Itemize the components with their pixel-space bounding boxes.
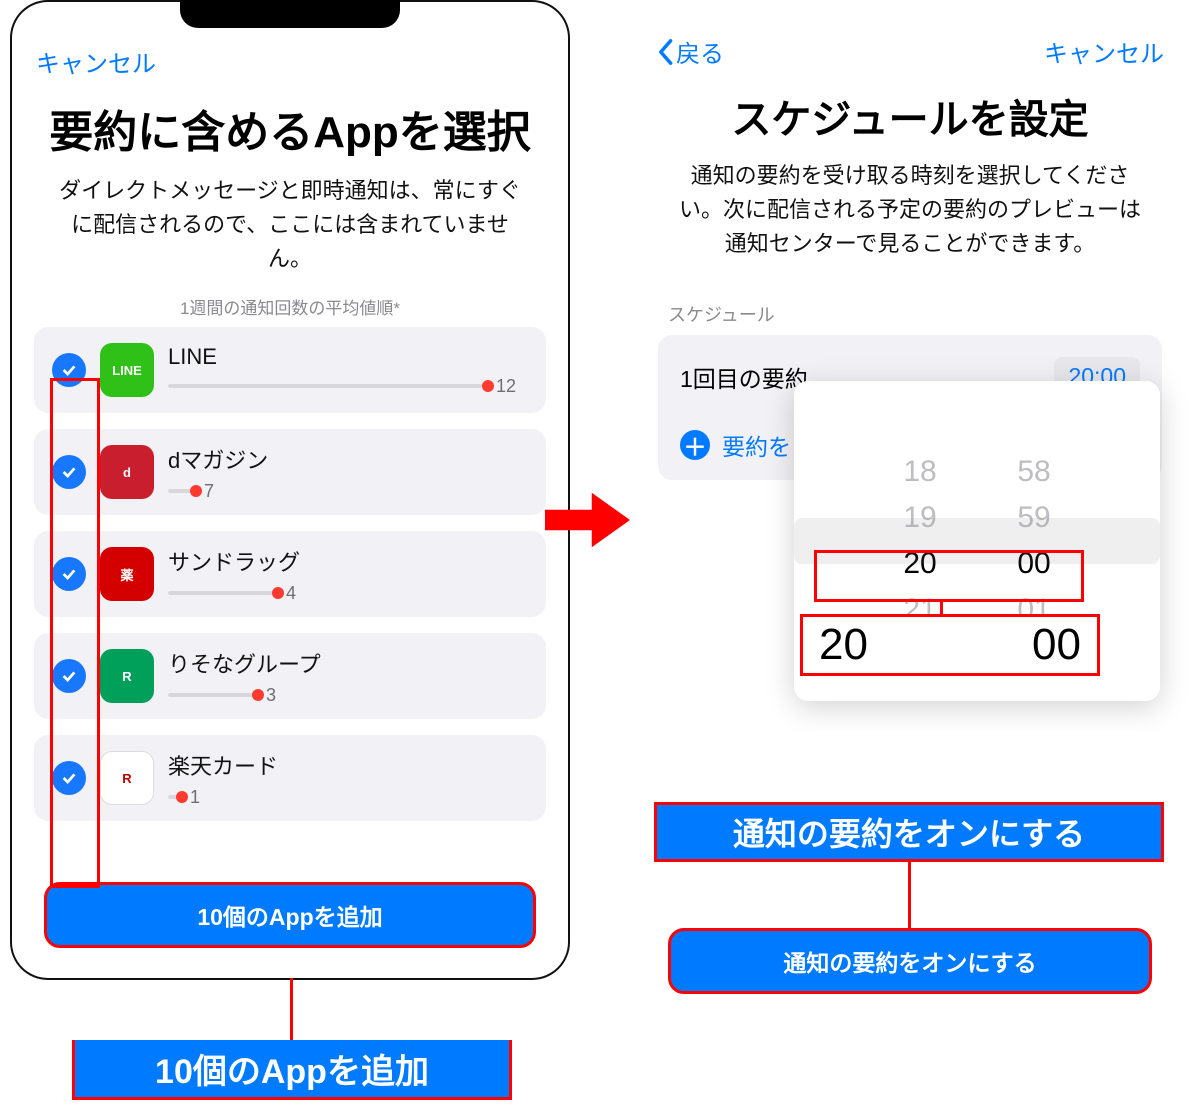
bar-dot-icon (190, 485, 202, 497)
page-title: スケジュールを設定 (630, 87, 1190, 159)
app-icon: R (100, 649, 154, 703)
app-row[interactable]: 薬 サンドラッグ 4 (34, 531, 546, 617)
section-label: スケジュール (630, 279, 1190, 335)
app-name: dマガジン (168, 443, 528, 475)
annotation-connector (908, 862, 911, 930)
bar-dot-icon (482, 380, 494, 392)
picker-hour-value[interactable]: 19 (880, 501, 960, 535)
notification-count: 3 (266, 685, 276, 706)
add-summary-label: 要約を (722, 428, 791, 462)
nav-bar: 戻る キャンセル (630, 0, 1190, 87)
picker-minute-value[interactable]: 58 (994, 455, 1074, 489)
checkbox-checked[interactable] (52, 557, 86, 591)
checkbox-checked[interactable] (52, 761, 86, 795)
app-name: サンドラッグ (168, 545, 528, 577)
picker-hour-value[interactable]: 21 (880, 593, 960, 627)
app-name: りそなグループ (168, 647, 528, 679)
app-info: りそなグループ 3 (168, 647, 528, 706)
checkbox-checked[interactable] (52, 455, 86, 489)
checkbox-checked[interactable] (52, 659, 86, 693)
app-row[interactable]: d dマガジン 7 (34, 429, 546, 515)
app-icon: d (100, 445, 154, 499)
add-apps-button[interactable]: 10個のAppを追加 (46, 884, 534, 946)
notification-bar (168, 489, 196, 493)
app-info: dマガジン 7 (168, 443, 528, 502)
back-button[interactable]: 戻る (656, 34, 724, 69)
schedule-card: 1回目の要約 20:00 ＋ 要約を 18192021 58590001 (658, 335, 1162, 480)
page-subtitle: ダイレクトメッセージと即時通知は、常にすぐに配信されるので、ここには含まれていま… (10, 174, 570, 294)
notification-bar (168, 795, 182, 799)
app-row[interactable]: R りそなグループ 3 (34, 633, 546, 719)
notification-count: 4 (286, 583, 296, 604)
picker-minute-value[interactable]: 59 (994, 501, 1074, 535)
app-info: LINE 12 (168, 344, 528, 397)
turn-on-summary-button[interactable]: 通知の要約をオンにする (670, 930, 1150, 992)
page-subtitle: 通知の要約を受け取る時刻を選択してください。次に配信される予定の要約のプレビュー… (630, 159, 1190, 279)
picker-hour-value[interactable]: 20 (880, 547, 960, 581)
notification-bar (168, 693, 258, 697)
app-icon: LINE (100, 343, 154, 397)
picker-minute-value[interactable]: 00 (994, 547, 1074, 581)
bar-dot-icon (252, 689, 264, 701)
annotation-connector (940, 602, 943, 616)
app-row[interactable]: LINE LINE 12 (34, 327, 546, 413)
left-phone: キャンセル 要約に含めるAppを選択 ダイレクトメッセージと即時通知は、常にすぐ… (10, 0, 570, 980)
notification-count: 7 (204, 481, 214, 502)
annotation-callout-left: 10個のAppを追加 (72, 1040, 512, 1100)
annotation-connector (290, 978, 293, 1040)
picker-minutes-column[interactable]: 58 59 00 01 (994, 455, 1074, 627)
next-step-arrow-icon (545, 480, 630, 560)
cancel-button[interactable]: キャンセル (1044, 34, 1164, 69)
schedule-row-label: 1回目の要約 (680, 360, 808, 394)
chevron-left-icon (656, 38, 674, 66)
app-icon: 薬 (100, 547, 154, 601)
notification-count: 1 (190, 787, 200, 808)
notification-bar (168, 384, 488, 388)
picker-hours-column[interactable]: 18 19 20 21 (880, 455, 960, 627)
bar-dot-icon (272, 587, 284, 599)
cancel-button[interactable]: キャンセル (36, 44, 156, 79)
plus-icon: ＋ (680, 430, 710, 460)
app-name: LINE (168, 344, 528, 370)
notch (180, 0, 400, 28)
time-picker[interactable]: 18 19 20 21 58 59 00 01 (794, 381, 1160, 701)
app-info: サンドラッグ 4 (168, 545, 528, 604)
notification-bar (168, 591, 278, 595)
annotation-callout-right: 通知の要約をオンにする (654, 802, 1164, 862)
notification-count: 12 (496, 376, 516, 397)
back-label: 戻る (676, 34, 724, 69)
app-row[interactable]: R 楽天カード 1 (34, 735, 546, 821)
app-name: 楽天カード (168, 749, 528, 781)
sort-caption: 1週間の通知回数の平均値順* (10, 294, 570, 327)
page-title: 要約に含めるAppを選択 (10, 97, 570, 174)
app-icon: R (100, 751, 154, 805)
bar-dot-icon (176, 791, 188, 803)
picker-hour-value[interactable]: 18 (880, 455, 960, 489)
app-list: LINE LINE 12 d dマガジン 7 薬 (10, 327, 570, 821)
app-info: 楽天カード 1 (168, 749, 528, 808)
checkbox-checked[interactable] (52, 353, 86, 387)
picker-minute-value[interactable]: 01 (994, 593, 1074, 627)
